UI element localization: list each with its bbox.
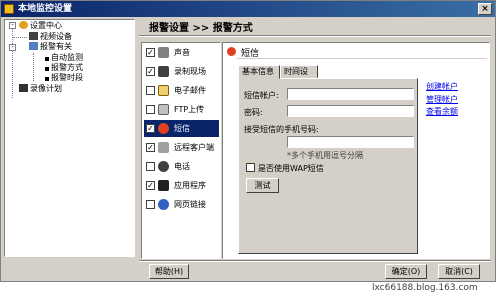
ok-button[interactable]: 确定(O) bbox=[385, 264, 427, 279]
method-label: FTP上传 bbox=[174, 105, 205, 114]
remote-client-icon bbox=[158, 142, 169, 153]
breadcrumb: 报警设置 >> 报警方式 bbox=[149, 23, 253, 34]
method-label: 短信 bbox=[174, 124, 190, 133]
sms-settings-panel: 短信 基本信息 时间设置 短信帐户: 密码: 接受短信的手机号码: *多个手机用… bbox=[222, 42, 490, 259]
tree-item-record-plan[interactable]: 录像计划 bbox=[19, 83, 62, 94]
method-item-application[interactable]: ✓ 应用程序 bbox=[144, 177, 219, 194]
tree-label: 视频设备 bbox=[40, 32, 72, 41]
watermark: lxc66188.blog.163.com bbox=[372, 283, 478, 293]
method-label: 电话 bbox=[174, 162, 190, 171]
tree-line bbox=[33, 53, 34, 81]
check-balance-link[interactable]: 查看余额 bbox=[426, 106, 458, 117]
wap-label: 是否使用WAP短信 bbox=[258, 164, 324, 173]
method-checkbox[interactable]: ✓ bbox=[146, 67, 155, 76]
method-label: 远程客户端 bbox=[174, 143, 214, 152]
gear-icon bbox=[19, 21, 28, 29]
account-label: 短信帐户: bbox=[244, 91, 279, 100]
tree-label: 报警方式 bbox=[51, 63, 83, 72]
method-item-remote-client[interactable]: ✓ 远程客户端 bbox=[144, 139, 219, 156]
method-label: 应用程序 bbox=[174, 181, 206, 190]
method-checkbox[interactable]: ✓ bbox=[146, 124, 155, 133]
alarm-method-list[interactable]: ✓ 声音 ✓ 录制现场 电子邮件 FTP上传 ✓ 短信 ✓ 远程客户端 电话 ✓… bbox=[141, 42, 221, 259]
close-button[interactable]: × bbox=[478, 3, 492, 15]
tree-item-settings-center[interactable]: 设置中心 bbox=[19, 20, 62, 31]
method-item-record[interactable]: ✓ 录制现场 bbox=[144, 63, 219, 80]
method-label: 录制现场 bbox=[174, 67, 206, 76]
create-account-link[interactable]: 创建帐户 bbox=[426, 81, 458, 92]
method-item-sms[interactable]: ✓ 短信 bbox=[144, 120, 219, 137]
method-checkbox[interactable]: ✓ bbox=[146, 143, 155, 152]
divider bbox=[237, 58, 487, 59]
tree-item-alarm-period[interactable]: 报警时段 bbox=[45, 72, 83, 83]
bullet-icon bbox=[45, 67, 49, 71]
method-item-sound[interactable]: ✓ 声音 bbox=[144, 44, 219, 61]
help-button[interactable]: 帮助(H) bbox=[149, 264, 189, 279]
manage-account-link[interactable]: 管理帐户 bbox=[426, 94, 458, 105]
method-checkbox[interactable] bbox=[146, 200, 155, 209]
bullet-icon bbox=[45, 57, 49, 61]
envelope-icon bbox=[158, 85, 169, 96]
sms-icon bbox=[227, 47, 236, 56]
account-input[interactable] bbox=[287, 88, 414, 100]
tree-label: 设置中心 bbox=[30, 21, 62, 30]
camera-icon bbox=[29, 32, 38, 40]
alarm-icon bbox=[29, 42, 38, 50]
method-item-email[interactable]: 电子邮件 bbox=[144, 82, 219, 99]
collapse-icon[interactable]: - bbox=[9, 44, 16, 51]
collapse-icon[interactable]: - bbox=[9, 22, 16, 29]
app-icon bbox=[4, 4, 14, 14]
tree-label: 自动监测 bbox=[51, 53, 83, 62]
phone-icon bbox=[158, 161, 169, 172]
method-checkbox[interactable]: ✓ bbox=[146, 48, 155, 57]
speaker-icon bbox=[158, 47, 169, 58]
test-button[interactable]: 测试 bbox=[246, 178, 279, 193]
method-item-web-link[interactable]: 网页链接 bbox=[144, 196, 219, 213]
wap-checkbox[interactable] bbox=[246, 163, 255, 172]
basic-info-page: 短信帐户: 密码: 接受短信的手机号码: *多个手机用逗号分隔 是否使用WAP短… bbox=[238, 78, 418, 254]
phone-input[interactable] bbox=[287, 136, 414, 148]
password-label: 密码: bbox=[244, 108, 263, 117]
recorder-icon bbox=[19, 84, 28, 92]
divider bbox=[139, 35, 491, 37]
tree-label: 报警时段 bbox=[51, 73, 83, 82]
cancel-button[interactable]: 取消(C) bbox=[438, 264, 480, 279]
camera-icon bbox=[158, 66, 169, 77]
settings-tree[interactable]: - 设置中心 视频设备 - 报警有关 自动监测 报警方式 报警时段 录像计划 bbox=[4, 19, 135, 257]
method-item-phone[interactable]: 电话 bbox=[144, 158, 219, 175]
password-input[interactable] bbox=[287, 105, 414, 117]
tree-line bbox=[13, 37, 27, 38]
sms-icon bbox=[158, 123, 169, 134]
phone-label: 接受短信的手机号码: bbox=[244, 125, 319, 134]
method-label: 网页链接 bbox=[174, 200, 206, 209]
method-checkbox[interactable]: ✓ bbox=[146, 181, 155, 190]
ftp-icon bbox=[158, 104, 169, 115]
tree-item-alarm[interactable]: 报警有关 bbox=[29, 41, 72, 52]
web-link-icon bbox=[158, 199, 169, 210]
method-checkbox[interactable] bbox=[146, 105, 155, 114]
title-bar[interactable]: 本地监控设置 × bbox=[1, 1, 495, 17]
bullet-icon bbox=[45, 77, 49, 81]
method-label: 声音 bbox=[174, 48, 190, 57]
divider bbox=[139, 260, 491, 262]
tree-label: 报警有关 bbox=[40, 42, 72, 51]
window-title: 本地监控设置 bbox=[18, 4, 73, 14]
application-icon bbox=[158, 180, 169, 191]
method-checkbox[interactable] bbox=[146, 162, 155, 171]
method-checkbox[interactable] bbox=[146, 86, 155, 95]
settings-window: 本地监控设置 × - 设置中心 视频设备 - 报警有关 自动监测 报警方式 报警… bbox=[0, 0, 496, 282]
tree-label: 录像计划 bbox=[30, 84, 62, 93]
tab-basic-info[interactable]: 基本信息 bbox=[238, 65, 280, 79]
method-label: 电子邮件 bbox=[174, 86, 206, 95]
tab-time-settings[interactable]: 时间设置 bbox=[280, 65, 318, 88]
method-item-ftp[interactable]: FTP上传 bbox=[144, 101, 219, 118]
phone-hint: *多个手机用逗号分隔 bbox=[287, 151, 363, 160]
